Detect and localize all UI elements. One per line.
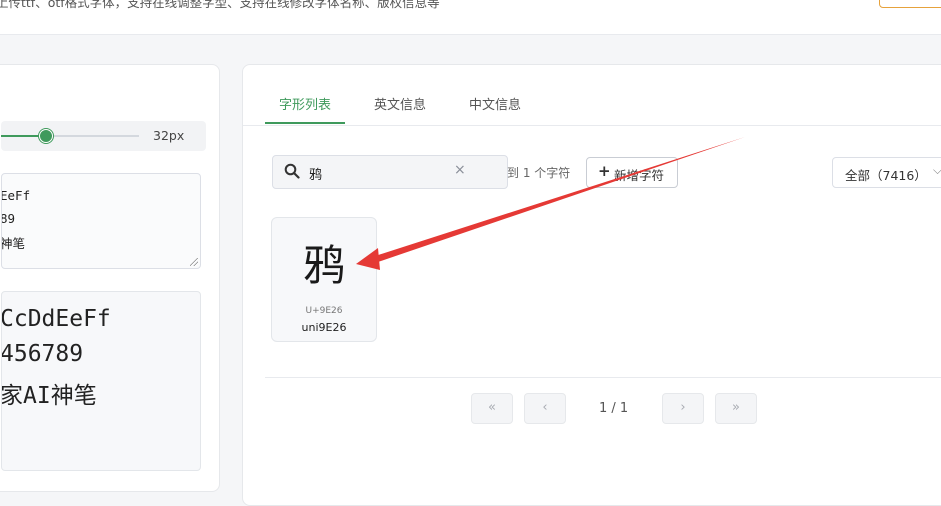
search-icon bbox=[284, 163, 300, 179]
sample-text-line: 神笔 bbox=[1, 236, 26, 251]
search-value: 鸦 bbox=[309, 168, 323, 183]
tab-bar: 字形列表 英文信息 中文信息 bbox=[243, 65, 941, 126]
last-page-button[interactable]: » bbox=[715, 393, 757, 424]
first-page-button[interactable]: « bbox=[471, 393, 513, 424]
tab-glyph-list[interactable]: 字形列表 bbox=[279, 94, 331, 113]
add-glyph-label: 新增字符 bbox=[614, 168, 665, 183]
divider bbox=[265, 377, 941, 378]
glyph-panel: 字形列表 英文信息 中文信息 鸦 × 到 1 个字符 + 新增字符 全部（741… bbox=[242, 64, 941, 506]
preview-line: CcDdEeFf bbox=[1, 306, 111, 332]
glyph-character: 鸦 bbox=[302, 241, 345, 290]
preview-settings-panel: 32px EeFf 89 神笔 CcDdEeFf 456789 家AI神笔 bbox=[0, 64, 220, 492]
slider-thumb[interactable] bbox=[39, 129, 53, 143]
page-indicator: 1 / 1 bbox=[599, 401, 629, 416]
add-glyph-button[interactable]: + 新增字符 bbox=[586, 157, 678, 188]
preview-line: 家AI神笔 bbox=[1, 383, 97, 409]
chevron-down-icon: ⌵ bbox=[933, 163, 941, 177]
tab-chinese-info[interactable]: 中文信息 bbox=[469, 94, 521, 113]
page-description: 上传ttf、otf格式字体，支持在线调整字型、支持在线修改字体名称、版权信息等 bbox=[0, 0, 440, 10]
font-size-slider[interactable]: 32px bbox=[1, 121, 206, 151]
glyph-card[interactable]: 鸦 U+9E26 uni9E26 bbox=[271, 217, 377, 342]
sample-text-input[interactable]: EeFf 89 神笔 bbox=[1, 173, 201, 269]
glyph-filter-select[interactable]: 全部（7416） ⌵ bbox=[832, 157, 941, 188]
next-page-button[interactable]: › bbox=[662, 393, 704, 424]
clear-icon[interactable]: × bbox=[454, 162, 466, 178]
sample-text-line: 89 bbox=[1, 211, 16, 226]
active-tab-indicator bbox=[265, 122, 345, 124]
preview-line: 456789 bbox=[1, 341, 84, 367]
top-right-button[interactable] bbox=[879, 0, 941, 8]
glyph-search-input[interactable]: 鸦 × bbox=[272, 155, 508, 189]
resize-grip-icon[interactable] bbox=[190, 258, 198, 266]
tab-english-info[interactable]: 英文信息 bbox=[374, 94, 426, 113]
result-count: 到 1 个字符 bbox=[507, 166, 571, 180]
filter-label: 全部（7416） bbox=[845, 168, 927, 183]
prev-page-button[interactable]: ‹ bbox=[524, 393, 566, 424]
glyph-name: uni9E26 bbox=[301, 321, 347, 334]
glyph-unicode: U+9E26 bbox=[305, 306, 343, 316]
font-preview: CcDdEeFf 456789 家AI神笔 bbox=[1, 291, 201, 471]
plus-icon: + bbox=[598, 162, 611, 180]
font-size-value: 32px bbox=[153, 128, 185, 143]
sample-text-line: EeFf bbox=[1, 188, 31, 203]
top-bar: 上传ttf、otf格式字体，支持在线调整字型、支持在线修改字体名称、版权信息等 bbox=[0, 0, 941, 35]
